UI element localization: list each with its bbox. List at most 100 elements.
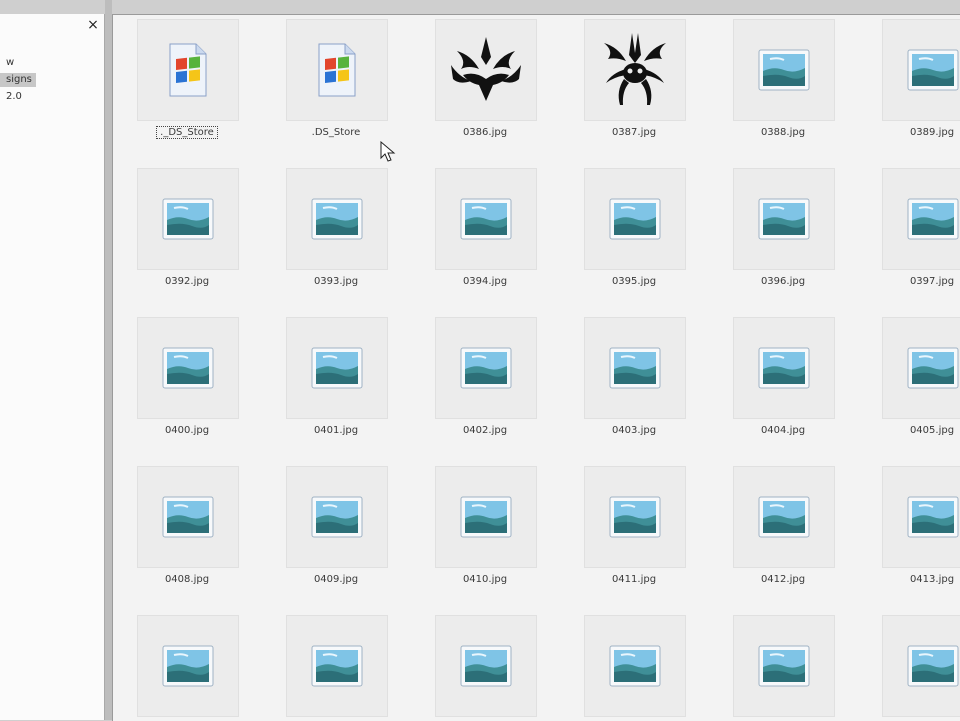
file-name-text: 0396.jpg [760,276,806,287]
image-icon [584,168,686,270]
file-name-label: 0405.jpg [877,425,960,436]
close-icon[interactable]: × [84,16,102,34]
file-name-label: 0412.jpg [728,574,838,585]
file-name-text: 0404.jpg [760,425,806,436]
image-icon [882,615,960,717]
image-icon [733,615,835,717]
tribal-tattoo-thumbnail [435,19,537,121]
file-tile[interactable]: 0394.jpg [430,166,540,306]
file-tile[interactable]: ._DS_Store [132,17,242,157]
file-tile[interactable]: 0409.jpg [281,464,391,604]
splitter[interactable] [105,0,112,720]
file-name-text: .DS_Store [311,127,361,138]
file-name-text: 0387.jpg [611,127,657,138]
file-name-text: 0386.jpg [462,127,508,138]
file-name-label: 0410.jpg [430,574,540,585]
file-tile[interactable]: 0403.jpg [579,315,689,455]
file-tile[interactable]: 0410.jpg [430,464,540,604]
image-icon [733,317,835,419]
tribal-spider-thumbnail [584,19,686,121]
image-icon [882,19,960,121]
file-name-label: 0392.jpg [132,276,242,287]
file-tile[interactable]: 0387.jpg [579,17,689,157]
file-name-label: 0404.jpg [728,425,838,436]
file-tile[interactable]: 0401.jpg [281,315,391,455]
image-icon [584,466,686,568]
file-name-text: 0413.jpg [909,574,955,585]
image-icon [733,168,835,270]
file-tile[interactable]: .DS_Store [281,17,391,157]
file-tile[interactable]: 0397.jpg [877,166,960,306]
sidebar: × w signs 2.0 [0,14,105,720]
image-icon [137,317,239,419]
file-tile[interactable]: 0396.jpg [728,166,838,306]
file-name-label: 0393.jpg [281,276,391,287]
sidebar-item-selected[interactable]: signs [0,73,36,87]
file-tile[interactable]: 0389.jpg [877,17,960,157]
file-tile[interactable]: 0392.jpg [132,166,242,306]
file-grid-pane[interactable]: ._DS_Store .DS_Store 0386.jpg 0387.jpg 0388.… [112,14,960,721]
image-icon [137,466,239,568]
file-tile[interactable]: 0400.jpg [132,315,242,455]
mouse-cursor-icon [380,141,396,162]
image-icon [733,466,835,568]
file-name-label: 0413.jpg [877,574,960,585]
file-tile[interactable] [728,613,838,721]
image-icon [584,615,686,717]
file-name-text: 0405.jpg [909,425,955,436]
file-tile[interactable]: 0388.jpg [728,17,838,157]
image-icon [584,317,686,419]
file-name-text: 0408.jpg [164,574,210,585]
file-name-text: ._DS_Store [156,126,218,139]
file-name-label: 0402.jpg [430,425,540,436]
file-tile[interactable]: 0411.jpg [579,464,689,604]
file-tile[interactable]: 0395.jpg [579,166,689,306]
file-tile[interactable] [877,613,960,721]
image-icon [286,615,388,717]
file-tile[interactable] [430,613,540,721]
file-tile[interactable]: 0393.jpg [281,166,391,306]
file-name-label: 0395.jpg [579,276,689,287]
file-tile[interactable]: 0404.jpg [728,315,838,455]
image-icon [882,466,960,568]
file-name-label: 0387.jpg [579,127,689,138]
file-name-label: 0408.jpg [132,574,242,585]
file-name-text: 0401.jpg [313,425,359,436]
image-icon [435,317,537,419]
file-name-text: 0389.jpg [909,127,955,138]
file-tile[interactable]: 0408.jpg [132,464,242,604]
file-name-label: 0400.jpg [132,425,242,436]
file-tile[interactable] [579,613,689,721]
file-name-label: .DS_Store [281,127,391,138]
file-tile[interactable] [281,613,391,721]
image-icon [137,615,239,717]
file-name-text: 0409.jpg [313,574,359,585]
file-tile[interactable]: 0402.jpg [430,315,540,455]
image-icon [435,168,537,270]
image-icon [435,615,537,717]
file-name-label: ._DS_Store [132,126,242,139]
image-icon [286,168,388,270]
file-name-text: 0400.jpg [164,425,210,436]
sidebar-item[interactable]: 2.0 [0,90,26,104]
file-name-text: 0394.jpg [462,276,508,287]
file-name-text: 0392.jpg [164,276,210,287]
file-tile[interactable]: 0405.jpg [877,315,960,455]
file-name-label: 0394.jpg [430,276,540,287]
file-name-label: 0397.jpg [877,276,960,287]
file-name-label: 0396.jpg [728,276,838,287]
file-name-label: 0403.jpg [579,425,689,436]
ds-store-icon [137,19,239,121]
image-icon [137,168,239,270]
file-tile[interactable]: 0386.jpg [430,17,540,157]
file-tile[interactable]: 0413.jpg [877,464,960,604]
file-tile[interactable] [132,613,242,721]
file-name-text: 0412.jpg [760,574,806,585]
file-name-text: 0411.jpg [611,574,657,585]
image-icon [286,317,388,419]
file-name-text: 0402.jpg [462,425,508,436]
image-icon [882,317,960,419]
sidebar-item[interactable]: w [0,56,18,70]
file-name-label: 0388.jpg [728,127,838,138]
file-tile[interactable]: 0412.jpg [728,464,838,604]
